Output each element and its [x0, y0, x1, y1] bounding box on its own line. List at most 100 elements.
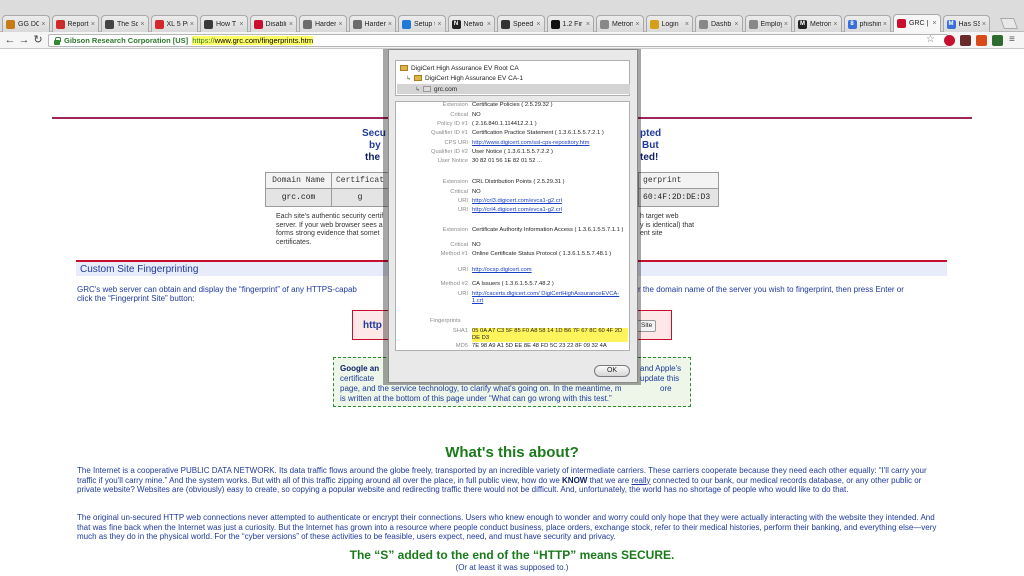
note-line-2: certificate	[340, 374, 375, 383]
tab-close-icon[interactable]: ×	[982, 21, 986, 28]
field-key: MD5	[455, 343, 468, 349]
tab-close-icon[interactable]: ×	[932, 20, 936, 27]
field-value: NO	[472, 189, 481, 195]
browser-tab[interactable]: How T ×	[200, 15, 248, 32]
browser-toolbar: ← → ↻ Gibson Research Corporation [US] h…	[0, 32, 1024, 49]
really-link[interactable]: really	[631, 476, 650, 485]
reload-icon[interactable]: ↻	[31, 33, 45, 47]
certificate-details-panel[interactable]: Fingerprints Extension Certificate Polici…	[395, 101, 630, 351]
browser-tab[interactable]: Harder ×	[299, 15, 347, 32]
field-key: Extension	[442, 179, 468, 185]
tab-close-icon[interactable]: ×	[635, 21, 639, 28]
tab-favicon-icon: 8	[847, 19, 857, 29]
col-header-certificate: Certificat	[330, 172, 390, 189]
tab-favicon-icon	[699, 19, 708, 29]
note-right-2: update this	[640, 374, 680, 383]
tab-close-icon[interactable]: ×	[784, 21, 788, 28]
tab-label: Harder	[315, 20, 337, 28]
tab-label: The Sc	[117, 20, 139, 28]
note-right-3: ore	[660, 384, 672, 393]
field-key: Qualifier ID #2	[430, 149, 468, 155]
paragraph-1: The Internet is a cooperative PUBLIC DAT…	[77, 466, 927, 494]
menu-icon[interactable]: ≡	[1009, 35, 1019, 46]
tab-close-icon[interactable]: ×	[190, 21, 194, 28]
tree-item-root[interactable]: DigiCert High Assurance EV Root CA	[400, 63, 519, 73]
browser-tab[interactable]: Report ×	[51, 15, 99, 32]
browser-tab[interactable]: Disabli ×	[249, 15, 297, 32]
back-icon[interactable]: ←	[3, 33, 17, 47]
address-bar[interactable]: Gibson Research Corporation [US] https:/…	[48, 34, 948, 47]
tab-close-icon[interactable]: ×	[487, 21, 491, 28]
tab-label: How T	[216, 20, 237, 28]
tab-favicon-icon	[105, 19, 114, 29]
certificate-dialog: DigiCert High Assurance EV Root CA ↳ Dig…	[388, 49, 638, 383]
tab-close-icon[interactable]: ×	[586, 21, 590, 28]
tab-close-icon[interactable]: ×	[41, 21, 45, 28]
browser-tab[interactable]: Login ×	[645, 15, 693, 32]
field-key: Extension	[442, 102, 468, 108]
tree-item-intermediate[interactable]: ↳ DigiCert High Assurance EV CA-1	[406, 73, 523, 83]
browser-tab[interactable]: Harder ×	[348, 15, 396, 32]
tab-favicon-icon	[649, 19, 659, 29]
tab-close-icon[interactable]: ×	[734, 21, 738, 28]
tab-label: 1.2 Fir	[562, 20, 583, 28]
tree-item-leaf[interactable]: ↳ grc.com	[397, 84, 630, 94]
browser-tab[interactable]: Employ ×	[744, 15, 792, 32]
tab-close-icon[interactable]: ×	[536, 21, 540, 28]
tab-close-icon[interactable]: ×	[140, 21, 144, 28]
extension-green-icon[interactable]	[992, 35, 1003, 46]
field-key: Extension	[442, 227, 468, 233]
tab-close-icon[interactable]: ×	[388, 21, 392, 28]
tab-label: XL 5 Princ	[166, 20, 188, 28]
field-key: CPS URI	[444, 140, 468, 146]
tab-label: phishin	[859, 20, 881, 28]
browser-tab[interactable]: GRC | I ×	[893, 14, 941, 32]
tab-label: Setup t	[414, 20, 436, 28]
col-header-fingerprint: gerprint	[638, 172, 720, 189]
ok-button[interactable]: OK	[594, 365, 630, 377]
new-tab-button[interactable]	[999, 18, 1019, 29]
browser-tab[interactable]: The Sc ×	[101, 15, 149, 32]
field-link[interactable]: http://www.digicert.com/ssl-cps-reposito…	[472, 140, 628, 147]
field-key: Method #2	[440, 281, 468, 287]
tab-label: Disabli	[265, 20, 287, 28]
url-scheme: https://	[192, 36, 215, 45]
browser-tab[interactable]: M Metron ×	[794, 15, 842, 32]
field-value: CA Issuers ( 1.3.6.1.5.5.7.48.2 )	[472, 281, 554, 287]
tab-label: GRC | I	[909, 20, 931, 27]
field-link[interactable]: http://ocsp.digicert.com	[472, 267, 628, 274]
browser-tab[interactable]: XL 5 Princ×	[150, 15, 198, 32]
field-link[interactable]: http://cacerts.digicert.com/ DigiCertHig…	[472, 291, 628, 305]
browser-tab[interactable]: Speed ×	[497, 15, 545, 32]
tab-close-icon[interactable]: ×	[239, 21, 243, 28]
tab-close-icon[interactable]: ×	[289, 21, 293, 28]
tab-close-icon[interactable]: ×	[833, 21, 837, 28]
browser-tab[interactable]: M Has SS ×	[942, 15, 990, 32]
bookmark-star-icon[interactable]: ☆	[926, 35, 937, 46]
tab-favicon-icon: N	[451, 19, 461, 29]
browser-tab[interactable]: 1.2 Fir ×	[546, 15, 594, 32]
extension-dark-icon[interactable]	[960, 35, 971, 46]
tab-close-icon[interactable]: ×	[883, 21, 887, 28]
browser-tab[interactable]: 8 phishin ×	[843, 15, 891, 32]
tab-close-icon[interactable]: ×	[685, 21, 689, 28]
extension-orange-icon[interactable]	[976, 35, 987, 46]
field-key: URI	[458, 198, 468, 204]
field-link[interactable]: http://crl4.digicert.com/evca1-g2.crl	[472, 207, 628, 214]
browser-tab[interactable]: Metron ×	[596, 15, 644, 32]
field-link[interactable]: http://crl3.digicert.com/evca1-g2.crl	[472, 198, 628, 205]
browser-tab[interactable]: Setup t ×	[398, 15, 446, 32]
field-value: User Notice ( 1.3.6.1.5.5.7.2.2 )	[472, 149, 553, 155]
field-key: URI	[458, 207, 468, 213]
browser-tab[interactable]: GG DO ×	[2, 15, 50, 32]
extension-red-icon[interactable]	[944, 35, 955, 46]
field-value: Certificate Policies ( 2.5.29.32 )	[472, 102, 553, 108]
field-key: Policy ID #1	[437, 121, 468, 127]
forward-icon[interactable]: →	[17, 33, 31, 47]
browser-tab[interactable]: Dashb ×	[695, 15, 743, 32]
tab-close-icon[interactable]: ×	[338, 21, 342, 28]
tab-close-icon[interactable]: ×	[437, 21, 441, 28]
tab-favicon-icon	[154, 19, 164, 29]
tab-close-icon[interactable]: ×	[91, 21, 95, 28]
browser-tab[interactable]: N Netwo ×	[447, 15, 495, 32]
